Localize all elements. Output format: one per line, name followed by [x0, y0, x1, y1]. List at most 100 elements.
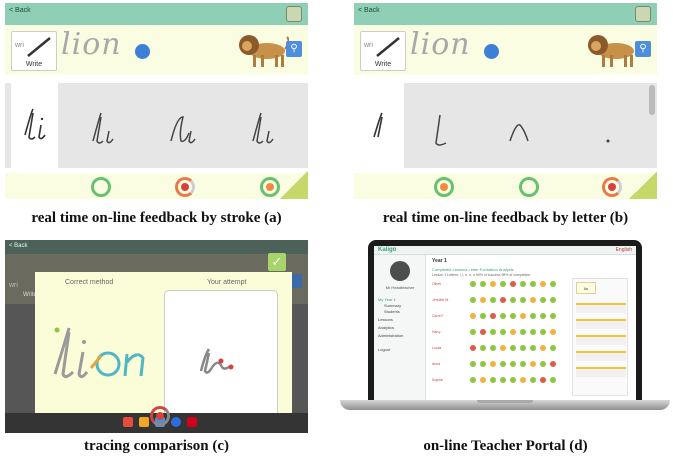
student-row[interactable]: Jennifer M.	[432, 296, 560, 305]
result-dot[interactable]	[500, 297, 506, 303]
result-dot[interactable]	[510, 313, 516, 319]
result-dot[interactable]	[470, 361, 476, 367]
result-dot[interactable]	[490, 377, 496, 383]
result-dot[interactable]	[470, 313, 476, 319]
result-dot[interactable]	[470, 281, 476, 287]
result-dot[interactable]	[500, 329, 506, 335]
language-select[interactable]: English	[616, 247, 632, 253]
result-dot[interactable]	[470, 297, 476, 303]
result-dot[interactable]	[490, 329, 496, 335]
result-dot[interactable]	[530, 281, 536, 287]
app-icon-5[interactable]	[187, 417, 197, 427]
confirm-check-button[interactable]: ✓	[268, 253, 286, 271]
zoom-icon[interactable]: ⚲	[286, 41, 302, 57]
audio-globe-icon[interactable]	[135, 44, 150, 59]
result-dot[interactable]	[550, 329, 556, 335]
result-dot[interactable]	[470, 377, 476, 383]
result-dot[interactable]	[530, 345, 536, 351]
result-dot[interactable]	[520, 329, 526, 335]
result-dot[interactable]	[540, 345, 546, 351]
audio-globe-icon[interactable]	[484, 44, 499, 59]
result-dot[interactable]	[550, 313, 556, 319]
student-row[interactable]: Anna	[432, 360, 560, 369]
result-dot[interactable]	[530, 297, 536, 303]
write-button[interactable]: wri Write	[11, 31, 57, 71]
result-dot[interactable]	[470, 329, 476, 335]
student-row[interactable]: Sophie	[432, 376, 560, 385]
result-dot[interactable]	[530, 377, 536, 383]
back-button[interactable]: < Back	[9, 243, 28, 249]
result-dot[interactable]	[480, 297, 486, 303]
result-dot[interactable]	[530, 329, 536, 335]
result-dot[interactable]	[480, 281, 486, 287]
page-corner-icon[interactable]	[280, 171, 308, 199]
result-dot[interactable]	[500, 281, 506, 287]
profile-icon[interactable]	[286, 6, 302, 22]
result-dot[interactable]	[540, 361, 546, 367]
profile-icon[interactable]	[635, 6, 651, 22]
student-row[interactable]: Carol F.	[432, 312, 560, 321]
result-dot[interactable]	[500, 377, 506, 383]
result-dot[interactable]	[520, 377, 526, 383]
menu-administration[interactable]: Administration	[378, 333, 403, 338]
result-dot[interactable]	[490, 361, 496, 367]
result-dot[interactable]	[510, 377, 516, 383]
back-button[interactable]: < Back	[358, 7, 380, 14]
result-dot[interactable]	[540, 377, 546, 383]
portal-tabs[interactable]: Completed Lessons Letter Formation Analy…	[432, 267, 514, 272]
app-icon-4[interactable]	[171, 417, 181, 427]
result-dot[interactable]	[550, 281, 556, 287]
result-dot[interactable]	[500, 313, 506, 319]
result-dot[interactable]	[510, 345, 516, 351]
result-dot[interactable]	[540, 329, 546, 335]
result-dot[interactable]	[480, 345, 486, 351]
back-button[interactable]: < Back	[9, 7, 31, 14]
student-row[interactable]: Lucas	[432, 344, 560, 353]
write-button[interactable]: wri Write	[360, 31, 406, 71]
result-dot[interactable]	[510, 297, 516, 303]
menu-students[interactable]: Students	[384, 309, 400, 314]
result-dot[interactable]	[470, 345, 476, 351]
menu-year1[interactable]: My Year 1	[378, 297, 396, 302]
student-row[interactable]: Oliver	[432, 280, 560, 289]
app-icon-2[interactable]	[139, 417, 149, 427]
result-dot[interactable]	[540, 313, 546, 319]
result-dot[interactable]	[480, 361, 486, 367]
result-dot[interactable]	[550, 361, 556, 367]
app-icon-1[interactable]	[123, 417, 133, 427]
result-dot[interactable]	[510, 329, 516, 335]
result-dot[interactable]	[520, 361, 526, 367]
result-dot[interactable]	[520, 345, 526, 351]
result-dot[interactable]	[490, 313, 496, 319]
result-dot[interactable]	[550, 377, 556, 383]
scrollbar[interactable]	[649, 85, 655, 115]
result-dot[interactable]	[520, 313, 526, 319]
result-dot[interactable]	[500, 361, 506, 367]
zoom-icon[interactable]: ⚲	[635, 41, 651, 57]
result-dot[interactable]	[490, 345, 496, 351]
result-dot[interactable]	[540, 281, 546, 287]
result-dot[interactable]	[550, 297, 556, 303]
result-dot[interactable]	[510, 361, 516, 367]
menu-summary[interactable]: Summary	[384, 303, 401, 308]
result-dot[interactable]	[480, 313, 486, 319]
result-dot[interactable]	[540, 297, 546, 303]
result-dot[interactable]	[490, 281, 496, 287]
result-dot[interactable]	[520, 281, 526, 287]
result-dot[interactable]	[480, 329, 486, 335]
page-corner-icon[interactable]	[629, 171, 657, 199]
stroke-tile-active[interactable]	[11, 83, 58, 168]
result-dot[interactable]	[480, 377, 486, 383]
menu-lessons[interactable]: Lessons	[378, 317, 393, 322]
result-dot[interactable]	[530, 361, 536, 367]
result-dot[interactable]	[550, 345, 556, 351]
result-dot[interactable]	[500, 345, 506, 351]
result-dot[interactable]	[530, 313, 536, 319]
result-dot[interactable]	[510, 281, 516, 287]
result-dot[interactable]	[520, 297, 526, 303]
result-dot[interactable]	[490, 297, 496, 303]
menu-analytics[interactable]: Analytics	[378, 325, 394, 330]
student-row[interactable]: Harry	[432, 328, 560, 337]
letter-tile-active[interactable]	[354, 83, 404, 168]
menu-logout[interactable]: Logout	[378, 347, 390, 352]
